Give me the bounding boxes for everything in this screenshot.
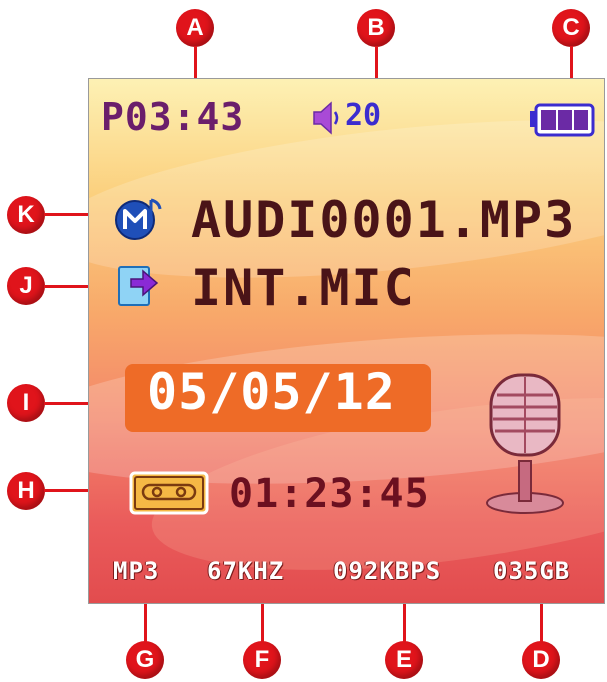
input-source-icon (118, 266, 159, 306)
callout-b: B (357, 9, 395, 47)
input-source: INT.MIC (191, 259, 416, 317)
sample-rate: 67KHZ (207, 557, 285, 585)
callout-a: A (176, 9, 214, 47)
bitrate: 092KBPS (333, 557, 442, 585)
speaker-icon (313, 101, 339, 135)
volume-level: 20 (345, 98, 382, 133)
cassette-icon (129, 471, 209, 515)
player-screen: P03:43 20 AUDI0001.MP3 INT.MIC 05/05/12 (88, 78, 605, 604)
recording-time: 01:23:45 (229, 471, 430, 517)
callout-d: D (522, 641, 560, 679)
music-file-icon (115, 198, 162, 240)
file-format: MP3 (113, 557, 160, 585)
callout-g: G (126, 641, 164, 679)
microphone-icon (486, 373, 564, 514)
callout-h: H (7, 472, 45, 510)
callout-i: I (7, 384, 45, 422)
file-name: AUDI0001.MP3 (191, 191, 577, 249)
callout-f: F (243, 641, 281, 679)
play-time: P03:43 (101, 95, 245, 139)
battery-icon (530, 103, 595, 137)
battery-fill (541, 110, 588, 130)
callout-c: C (552, 9, 590, 47)
callout-e: E (385, 641, 423, 679)
callout-j: J (7, 267, 45, 305)
callout-k: K (7, 196, 45, 234)
date: 05/05/12 (147, 363, 396, 421)
storage-capacity: 035GB (493, 557, 571, 585)
